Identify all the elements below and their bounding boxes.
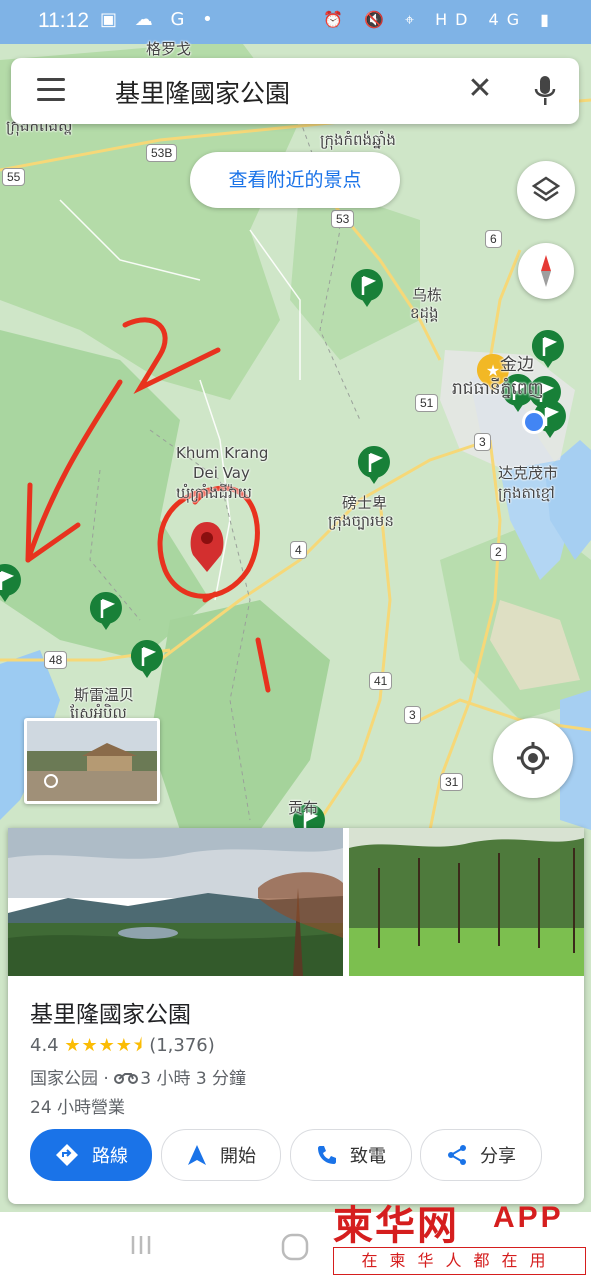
route-shield: 6: [485, 230, 502, 248]
status-system-icons: ⏰ 🔇 ⌖ HD 4G ▮: [322, 10, 557, 29]
route-shield: 41: [369, 672, 393, 690]
map-label: Khum Krang: [176, 444, 269, 462]
phone-icon: [318, 1146, 336, 1164]
rating-row[interactable]: 4.4 ★★★★⯨ (1,376): [30, 1033, 215, 1063]
motorcycle-icon: [114, 1069, 140, 1089]
place-info-row: 国家公园 · 3 小時 3 分鐘: [30, 1064, 246, 1089]
hamburger-menu-icon[interactable]: [37, 78, 65, 102]
place-photo[interactable]: [8, 828, 343, 976]
place-name: 基里隆國家公園: [30, 1002, 191, 1028]
route-shield: 3: [474, 433, 491, 451]
route-shield: 53B: [146, 144, 178, 162]
street-view-thumbnail[interactable]: [24, 718, 160, 804]
directions-label: 路線: [92, 1146, 128, 1167]
rating-stars-icon: ★★★★⯨: [64, 1035, 144, 1056]
clear-search-icon[interactable]: ✕: [462, 71, 498, 106]
my-location-icon: [517, 742, 549, 774]
route-shield: 55: [2, 168, 26, 186]
watermark-app: APP: [493, 1201, 564, 1234]
status-time: 11:12: [38, 9, 89, 32]
status-notification-icons: ▣ ☁ G •: [100, 9, 219, 30]
opening-hours: 24 小時營業: [30, 1098, 126, 1118]
navigation-arrow-icon: [188, 1145, 206, 1165]
map-label: ក្រុងតាខ្មៅ: [498, 484, 555, 502]
map-label: ឧដុង្គ: [410, 304, 439, 322]
search-query[interactable]: 基里隆國家公園: [115, 74, 290, 110]
review-count[interactable]: (1,376): [149, 1035, 215, 1056]
place-category: 国家公园: [30, 1069, 98, 1089]
search-bar[interactable]: 基里隆國家公園 ✕: [11, 58, 579, 124]
directions-button[interactable]: 路線: [30, 1129, 152, 1181]
microphone-icon[interactable]: [533, 74, 557, 108]
layers-button[interactable]: [517, 161, 575, 219]
route-shield: 3: [404, 706, 421, 724]
my-location-button[interactable]: [493, 718, 573, 798]
share-button[interactable]: 分享: [420, 1129, 542, 1181]
call-button[interactable]: 致電: [290, 1129, 412, 1181]
map-label: ក្រុងកំពង់ឆ្នាំង: [320, 131, 396, 149]
status-bar: 11:12 ▣ ☁ G • ⏰ 🔇 ⌖ HD 4G ▮: [0, 0, 591, 44]
map-label: ក្រុងច្បារមន: [328, 512, 394, 530]
route-shield: 31: [440, 773, 464, 791]
route-shield: 2: [490, 543, 507, 561]
place-photo[interactable]: [349, 828, 584, 976]
watermark-logo: 柬华网 APP 在柬华人都在用: [333, 1193, 588, 1275]
map-label: 乌栋: [412, 286, 443, 304]
layers-icon: [531, 176, 561, 202]
map-label: 金边: [500, 355, 534, 375]
map-label: 磅士卑: [342, 494, 388, 512]
route-shield: 48: [44, 651, 68, 669]
rating-value: 4.4: [30, 1035, 59, 1056]
start-label: 開始: [220, 1146, 256, 1167]
map-label: 贡布: [288, 799, 319, 817]
call-label: 致電: [350, 1146, 386, 1167]
directions-icon: [56, 1144, 78, 1166]
compass-icon: [541, 255, 551, 287]
route-shield: 51: [415, 394, 439, 412]
share-icon: [448, 1145, 466, 1165]
compass-button[interactable]: [518, 243, 574, 299]
map-label: ឃុំក្រាំងដីវ៉ាយ: [176, 484, 252, 502]
home-icon[interactable]: [280, 1232, 310, 1262]
place-card[interactable]: 基里隆國家公園 4.4 ★★★★⯨ (1,376) 国家公园 · 3 小時 3 …: [8, 828, 584, 1204]
separator: ·: [98, 1069, 115, 1089]
start-button[interactable]: 開始: [161, 1129, 281, 1181]
route-shield: 4: [290, 541, 307, 559]
watermark-slogan: 在柬华人都在用: [333, 1247, 586, 1275]
nearby-attractions-button[interactable]: 查看附近的景点: [190, 152, 400, 208]
map-label: រាជធានីភ្នំពេញ: [452, 379, 544, 399]
map-label: 斯雷温贝: [74, 686, 135, 704]
map-label: 达克茂市: [498, 464, 559, 482]
route-shield: 53: [331, 210, 355, 228]
recent-apps-icon[interactable]: [128, 1232, 154, 1258]
travel-time: 3 小時 3 分鐘: [140, 1069, 247, 1089]
map-label: Dei Vay: [193, 464, 250, 482]
watermark-brand: 柬华网: [333, 1203, 459, 1249]
share-label: 分享: [480, 1146, 516, 1167]
